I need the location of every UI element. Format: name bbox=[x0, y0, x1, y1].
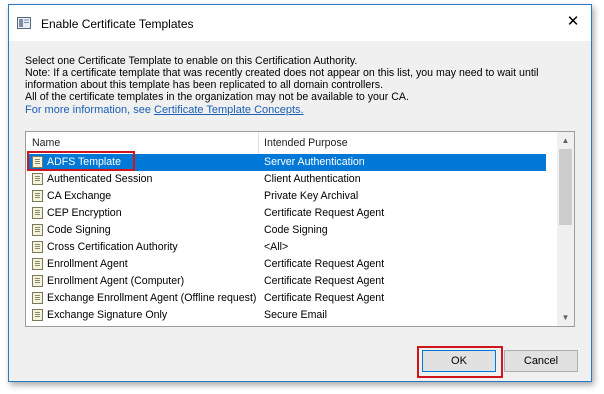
certificate-template-icon bbox=[32, 224, 43, 236]
certificate-template-icon bbox=[32, 241, 43, 253]
template-name: Exchange Signature Only bbox=[47, 309, 168, 321]
enable-certificate-templates-dialog: Enable Certificate Templates ✕ Select on… bbox=[8, 4, 592, 382]
intended-purpose: Server Authentication bbox=[264, 156, 365, 168]
template-name: Enrollment Agent bbox=[47, 258, 128, 270]
note-line: information about this template has been… bbox=[25, 79, 384, 91]
more-info-line: For more information, see Certificate Te… bbox=[25, 104, 577, 116]
intended-purpose: Client Authentication bbox=[264, 173, 361, 185]
certificate-template-concepts-link[interactable]: Certificate Template Concepts. bbox=[154, 104, 304, 116]
intended-purpose: Code Signing bbox=[264, 224, 328, 236]
certificate-template-icon bbox=[32, 190, 43, 202]
template-name: CA Exchange bbox=[47, 190, 112, 202]
list-item[interactable]: CA Exchange Private Key Archival bbox=[28, 188, 546, 205]
instructions: Select one Certificate Template to enabl… bbox=[25, 55, 577, 116]
column-divider[interactable] bbox=[258, 132, 259, 154]
intended-purpose: Certificate Request Agent bbox=[264, 258, 385, 270]
intended-purpose: <All> bbox=[264, 241, 289, 253]
template-name: Cross Certification Authority bbox=[47, 241, 178, 253]
scroll-down-icon[interactable]: ▼ bbox=[557, 309, 574, 326]
title-bar: Enable Certificate Templates ✕ bbox=[9, 5, 591, 41]
template-name: CEP Encryption bbox=[47, 207, 122, 219]
intended-purpose: Certificate Request Agent bbox=[264, 275, 385, 287]
intended-purpose: Certificate Request Agent bbox=[264, 292, 385, 304]
list-item[interactable]: CEP Encryption Certificate Request Agent bbox=[28, 205, 546, 222]
more-info-prefix: For more information, see bbox=[25, 104, 154, 116]
intended-purpose: Secure Email bbox=[264, 309, 327, 321]
certificate-template-icon bbox=[32, 258, 43, 270]
intended-purpose: Private Key Archival bbox=[264, 190, 359, 202]
column-header-intended-purpose[interactable]: Intended Purpose bbox=[264, 132, 348, 154]
list-item[interactable]: Enrollment Agent (Computer) Certificate R… bbox=[28, 273, 546, 290]
certificate-template-icon bbox=[32, 173, 43, 185]
list-item[interactable]: Exchange Signature Only Secure Email bbox=[28, 307, 546, 324]
cancel-button[interactable]: Cancel bbox=[504, 350, 578, 372]
selected-row-highlight-box bbox=[27, 151, 135, 171]
template-name: Exchange Enrollment Agent (Offline reque… bbox=[47, 292, 257, 304]
note-line: All of the certificate templates in the … bbox=[25, 91, 409, 103]
list-item[interactable]: Code Signing Code Signing bbox=[28, 222, 546, 239]
ok-button-highlight-box bbox=[417, 346, 503, 378]
note-line: Note: If a certificate template that was… bbox=[25, 67, 539, 79]
scrollbar-thumb[interactable] bbox=[559, 149, 572, 225]
list-item[interactable]: Authenticated Session Client Authenticati… bbox=[28, 171, 546, 188]
vertical-scrollbar[interactable]: ▲ ▼ bbox=[557, 132, 574, 326]
template-name: Enrollment Agent (Computer) bbox=[47, 275, 185, 287]
list-item[interactable]: Cross Certification Authority <All> bbox=[28, 239, 546, 256]
scroll-up-icon[interactable]: ▲ bbox=[557, 132, 574, 149]
certificate-template-icon bbox=[32, 207, 43, 219]
window-app-icon bbox=[17, 17, 31, 29]
certificate-template-icon bbox=[32, 309, 43, 321]
intended-purpose: Certificate Request Agent bbox=[264, 207, 385, 219]
certificate-template-icon bbox=[32, 292, 43, 304]
list-item[interactable]: Exchange Enrollment Agent (Offline reque… bbox=[28, 290, 546, 307]
instruction-line: Select one Certificate Template to enabl… bbox=[25, 55, 358, 67]
template-name: Code Signing bbox=[47, 224, 111, 236]
certificate-template-icon bbox=[32, 275, 43, 287]
list-item[interactable]: Enrollment Agent Certificate Request Agen… bbox=[28, 256, 546, 273]
dialog-title: Enable Certificate Templates bbox=[41, 17, 194, 31]
template-name: Authenticated Session bbox=[47, 173, 153, 185]
close-icon[interactable]: ✕ bbox=[555, 5, 591, 41]
